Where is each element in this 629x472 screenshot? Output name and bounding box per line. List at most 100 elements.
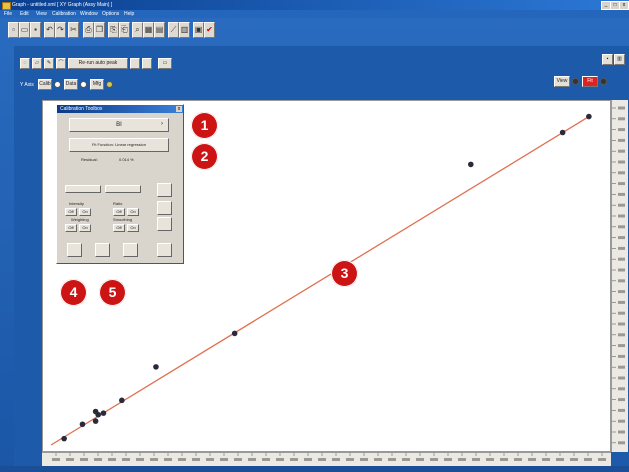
view-button[interactable]: View bbox=[554, 76, 570, 87]
x-tick-mark bbox=[514, 458, 522, 461]
table-icon[interactable]: ▦ bbox=[143, 22, 154, 38]
pointer-icon[interactable]: ◌ bbox=[20, 58, 30, 69]
graph-icon[interactable]: ⟋ bbox=[168, 22, 179, 38]
fit-line-icon[interactable] bbox=[157, 183, 172, 197]
data-point[interactable] bbox=[468, 161, 474, 168]
x-tick-mark bbox=[346, 458, 354, 461]
menu-window[interactable]: Window bbox=[80, 10, 98, 18]
new-file-icon[interactable]: ▫ bbox=[8, 22, 19, 38]
title-bar: Graph - untitled.xml [ XY Graph (Assy Ma… bbox=[0, 0, 629, 10]
data-point[interactable] bbox=[153, 364, 159, 370]
x-tick-mark bbox=[542, 458, 550, 461]
data-point[interactable] bbox=[119, 397, 125, 404]
pencil-icon[interactable]: ✎ bbox=[44, 58, 54, 69]
y-tick-mark bbox=[618, 192, 625, 196]
report-icon[interactable]: ▣ bbox=[193, 22, 204, 38]
close-button[interactable]: x bbox=[619, 1, 629, 10]
view-radio[interactable] bbox=[572, 78, 579, 85]
redo-icon[interactable]: ↷ bbox=[55, 22, 66, 38]
graph-icon-right[interactable]: ▥ bbox=[614, 54, 625, 65]
peak-icon[interactable]: ⌒ bbox=[56, 58, 66, 69]
menu-options[interactable]: Options bbox=[102, 10, 119, 18]
settings-icon[interactable] bbox=[157, 217, 172, 231]
toolbox-close-icon[interactable]: x bbox=[176, 106, 182, 112]
y-tick-mark bbox=[618, 214, 625, 218]
menu-edit[interactable]: Edit bbox=[20, 10, 29, 18]
page-icon[interactable] bbox=[157, 201, 172, 215]
grid-icon[interactable]: ▤ bbox=[154, 22, 165, 38]
data-point[interactable] bbox=[586, 113, 592, 120]
open-icon[interactable]: ▭ bbox=[19, 22, 30, 38]
zoom-icon[interactable]: ⌕ bbox=[132, 22, 143, 38]
y-tick-mark bbox=[618, 225, 625, 229]
toggle-8[interactable]: On bbox=[127, 224, 139, 232]
x-tick-mark bbox=[486, 458, 494, 461]
undo-icon[interactable]: ↶ bbox=[44, 22, 55, 38]
toggle-2[interactable]: On bbox=[79, 208, 91, 216]
save-icon-right[interactable]: ▪ bbox=[602, 54, 613, 65]
data-point[interactable] bbox=[559, 129, 566, 136]
bar-chart-icon[interactable] bbox=[123, 243, 138, 257]
toolbox-action-2[interactable] bbox=[105, 185, 141, 193]
field1-select[interactable]: BI bbox=[69, 118, 169, 132]
auto-peak-button[interactable]: Re-run auto peak bbox=[68, 58, 128, 69]
menu-help[interactable]: Help bbox=[124, 10, 134, 18]
mfg-button[interactable]: Mfg bbox=[90, 79, 104, 90]
calibration-toolbox[interactable]: Calibration Toolbox x BI › Fit Function:… bbox=[56, 104, 184, 264]
intensity-label: Intensity bbox=[69, 201, 84, 206]
report-red-icon[interactable] bbox=[157, 243, 172, 257]
export-icon[interactable]: ✔ bbox=[204, 22, 215, 38]
x-tick-mark bbox=[150, 458, 158, 461]
data-point[interactable] bbox=[231, 330, 238, 337]
print-icon[interactable]: ⎙ bbox=[83, 22, 94, 38]
data-point[interactable] bbox=[95, 411, 102, 418]
data-radio[interactable] bbox=[80, 81, 87, 88]
menu-file[interactable]: File bbox=[4, 10, 12, 18]
calib-button[interactable]: Calib bbox=[38, 79, 52, 90]
x-tick-mark bbox=[374, 458, 382, 461]
toggle-1[interactable]: Off bbox=[65, 208, 77, 216]
toggle-6[interactable]: On bbox=[79, 224, 91, 232]
data-point[interactable] bbox=[92, 418, 99, 424]
toolbox-title[interactable]: Calibration Toolbox bbox=[57, 105, 183, 113]
toggle-5[interactable]: Off bbox=[65, 224, 77, 232]
y-tick-mark bbox=[618, 419, 625, 423]
menu-calibration[interactable]: Calibration bbox=[52, 10, 76, 18]
data-point[interactable] bbox=[79, 421, 86, 428]
calib-radio[interactable] bbox=[54, 81, 61, 88]
data-button[interactable]: Data bbox=[64, 79, 78, 90]
toggle-3[interactable]: Off bbox=[113, 208, 125, 216]
toggle-7[interactable]: Off bbox=[113, 224, 125, 232]
peak-tool-icon[interactable] bbox=[95, 243, 110, 257]
blank-box-2[interactable] bbox=[142, 58, 152, 69]
chart-icon[interactable]: ▥ bbox=[179, 22, 190, 38]
callout-2: 2 bbox=[191, 143, 218, 170]
menu-view[interactable]: View bbox=[36, 10, 47, 18]
x-tick-mark bbox=[262, 458, 270, 461]
y-tick-mark bbox=[618, 257, 625, 261]
options-icon[interactable]: ▭ bbox=[158, 58, 172, 69]
callout-5: 5 bbox=[99, 279, 126, 306]
paste-icon[interactable]: ⎘ bbox=[108, 22, 119, 38]
save-icon[interactable]: ▪ bbox=[30, 22, 41, 38]
paste-special-icon[interactable]: ⎗ bbox=[119, 22, 130, 38]
lasso-icon[interactable]: ▱ bbox=[32, 58, 42, 69]
cut-icon[interactable]: ✂ bbox=[68, 22, 79, 38]
toggle-4[interactable]: On bbox=[127, 208, 139, 216]
y-tick-mark bbox=[618, 344, 625, 348]
y-tick-mark bbox=[618, 268, 625, 272]
copy-icon[interactable]: ❐ bbox=[94, 22, 105, 38]
app-icon bbox=[2, 2, 11, 10]
fit-radio[interactable] bbox=[600, 78, 607, 85]
mfg-radio[interactable] bbox=[106, 81, 113, 88]
x-tick-mark bbox=[430, 458, 438, 461]
fit-function-select[interactable]: Fit Function: Linear regression bbox=[69, 138, 169, 152]
x-tick-mark bbox=[318, 458, 326, 461]
data-point[interactable] bbox=[61, 435, 67, 442]
toolbox-action-1[interactable] bbox=[65, 185, 101, 193]
data-point[interactable] bbox=[100, 410, 107, 416]
flask-icon[interactable] bbox=[67, 243, 82, 257]
x-tick-mark bbox=[570, 458, 578, 461]
fit-button[interactable]: Fit bbox=[582, 76, 598, 87]
blank-box-1[interactable] bbox=[130, 58, 140, 69]
